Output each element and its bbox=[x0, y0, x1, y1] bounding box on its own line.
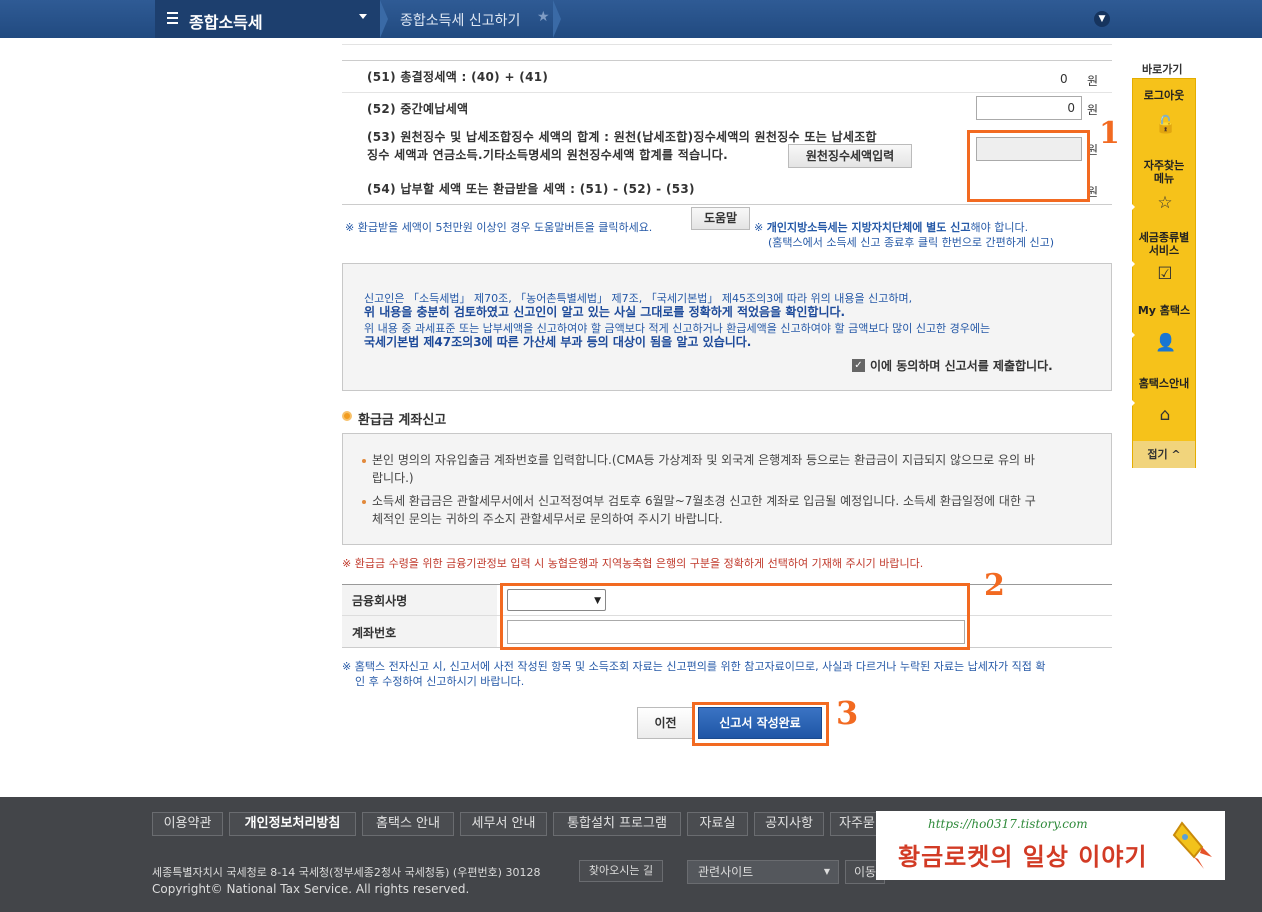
main-menu-dropdown[interactable]: 종합소득세 bbox=[155, 0, 380, 38]
local-tax-note-suffix: 해야 합니다. bbox=[970, 221, 1029, 234]
favorite-star-icon[interactable]: ★ bbox=[537, 9, 550, 25]
divider bbox=[342, 44, 1112, 45]
rocket-icon bbox=[1172, 821, 1212, 869]
row-52-label: (52) 중간예납세액 bbox=[367, 102, 469, 116]
footer-copyright: Copyright© National Tax Service. All rig… bbox=[152, 882, 470, 896]
divider bbox=[342, 204, 1112, 205]
chevron-down-icon: ▼ bbox=[823, 867, 830, 876]
local-tax-note-prefix: ※ bbox=[754, 221, 767, 234]
local-tax-note-bold: 개인지방소득세는 지방자치단체에 별도 신고 bbox=[766, 221, 971, 234]
consent-line-2: 위 내용을 충분히 검토하였고 신고인이 알고 있는 사실 그대로를 정확하게 … bbox=[364, 305, 846, 319]
won-unit: 원 bbox=[1087, 103, 1099, 117]
refund-info-1-line1: 본인 명의의 자유입출금 계좌번호를 입력합니다.(CMA등 가상계좌 및 외국… bbox=[372, 453, 1035, 467]
row-53-label-line1: (53) 원천징수 및 납세조합징수 세액의 합계 : 원천(납세조합)징수세액… bbox=[367, 130, 877, 144]
highlight-box-2 bbox=[500, 583, 970, 650]
tab-marker bbox=[1131, 260, 1135, 268]
related-sites-select[interactable]: 관련사이트 ▼ bbox=[687, 860, 839, 884]
star-icon[interactable]: ☆ bbox=[1155, 193, 1175, 213]
footer-link-privacy[interactable]: 개인정보처리방침 bbox=[229, 812, 356, 836]
annotation-number-2: 2 bbox=[984, 568, 1005, 603]
bank-name-label: 금융회사명 bbox=[352, 594, 408, 608]
footer-link-terms[interactable]: 이용약관 bbox=[152, 812, 223, 836]
lock-icon[interactable]: 🔓 bbox=[1155, 115, 1176, 135]
account-number-label: 계좌번호 bbox=[352, 626, 397, 640]
watermark-url: https://ho0317.tistory.com bbox=[928, 817, 1088, 831]
quick-item-logout[interactable]: 로그아웃 bbox=[1133, 89, 1195, 102]
checklist-icon[interactable]: ☑ bbox=[1155, 264, 1175, 284]
quick-menu-title: 바로가기 bbox=[1142, 63, 1183, 76]
bottom-note-line2: 인 후 수정하여 신고하시기 바랍니다. bbox=[355, 675, 525, 688]
agree-checkbox[interactable]: ✓ bbox=[852, 359, 865, 372]
quick-menu: 로그아웃 🔓 자주찾는 메뉴 ☆ 세금종류별 서비스 ☑ My 홈택스 👤 홈택… bbox=[1131, 78, 1196, 468]
footer-link-notice[interactable]: 공지사항 bbox=[754, 812, 824, 836]
row-51-label: (51) 총결정세액 : (40) + (41) bbox=[367, 70, 549, 84]
refund-info-2-line2: 체적인 문의는 귀하의 주소지 관할세무서로 문의하여 주시기 바랍니다. bbox=[372, 512, 723, 526]
footer-link-tax-office[interactable]: 세무서 안내 bbox=[460, 812, 547, 836]
refund-info-2-line1: 소득세 환급금은 관할세무서에서 신고적정여부 검토후 6월말~7월초경 신고한… bbox=[372, 494, 1036, 508]
related-sites-label: 관련사이트 bbox=[698, 865, 754, 879]
menu-title: 종합소득세 bbox=[189, 13, 263, 32]
local-tax-note-2: (홈택스에서 소득세 신고 종료후 클릭 한번으로 간편하게 신고) bbox=[768, 236, 1055, 249]
row-53-label-line2: 징수 세액과 연금소득.기타소득명세의 원천징수세액 합계를 적습니다. bbox=[367, 148, 728, 162]
consent-line-4: 국세기본법 제47조의3에 따른 가산세 부과 등의 대상이 됨을 알고 있습니… bbox=[364, 335, 752, 349]
tab-marker bbox=[1131, 399, 1135, 407]
breadcrumb[interactable]: 종합소득세 신고하기 bbox=[400, 10, 520, 30]
local-tax-note: ※ 개인지방소득세는 지방자치단체에 별도 신고해야 합니다. bbox=[754, 219, 1028, 235]
expand-down-icon[interactable]: ▼ bbox=[1094, 11, 1110, 27]
blog-watermark: https://ho0317.tistory.com 황금로켓의 일상 이야기 bbox=[876, 811, 1225, 880]
list-bullet bbox=[362, 459, 366, 463]
hamburger-icon bbox=[167, 12, 178, 24]
quick-item-favorites[interactable]: 자주찾는 메뉴 bbox=[1133, 159, 1195, 185]
quick-item-my-hometax[interactable]: My 홈택스 bbox=[1133, 304, 1195, 317]
footer-link-install[interactable]: 통합설치 프로그램 bbox=[553, 812, 681, 836]
won-unit: 원 bbox=[1087, 74, 1099, 88]
caret-down-icon bbox=[359, 14, 367, 19]
list-bullet bbox=[362, 500, 366, 504]
refund-account-title: 환급금 계좌신고 bbox=[358, 413, 447, 428]
watermark-title: 황금로켓의 일상 이야기 bbox=[898, 843, 1148, 871]
fold-button[interactable]: 접기 ^ bbox=[1133, 441, 1195, 468]
find-way-button[interactable]: 찾아오시는 길 bbox=[579, 860, 663, 882]
highlight-box-1 bbox=[967, 130, 1090, 202]
highlight-box-3 bbox=[692, 702, 829, 746]
annotation-number-3: 3 bbox=[836, 694, 859, 732]
prev-button[interactable]: 이전 bbox=[637, 707, 694, 739]
withholding-tax-input-button[interactable]: 원천징수세액입력 bbox=[788, 144, 912, 168]
house-icon[interactable]: ⌂ bbox=[1155, 405, 1175, 425]
breadcrumb-separator bbox=[553, 0, 561, 38]
footer-link-hometax-guide[interactable]: 홈택스 안내 bbox=[362, 812, 454, 836]
section-bullet-icon bbox=[342, 411, 352, 421]
tab-marker bbox=[1131, 331, 1135, 339]
bottom-note-line1: ※ 홈택스 전자신고 시, 신고서에 사전 작성된 항목 및 소득조회 자료는 … bbox=[342, 660, 1046, 673]
user-icon[interactable]: 👤 bbox=[1155, 333, 1176, 353]
divider bbox=[342, 92, 1112, 93]
help-button[interactable]: 도움말 bbox=[691, 207, 750, 230]
bank-warning-note: ※ 환급금 수령을 위한 금융기관정보 입력 시 농협은행과 지역농축협 은행의… bbox=[342, 557, 924, 570]
annotation-number-1: 1 bbox=[1099, 116, 1120, 151]
footer-link-library[interactable]: 자료실 bbox=[687, 812, 748, 836]
tab-marker bbox=[1131, 203, 1135, 211]
footer-address: 세종특별자치시 국세청로 8-14 국세청(정부세종2청사 국세청동) (우편번… bbox=[152, 866, 541, 879]
interim-tax-input[interactable]: 0 bbox=[976, 96, 1082, 120]
quick-item-hometax-guide[interactable]: 홈택스안내 bbox=[1133, 377, 1195, 390]
agree-label[interactable]: 이에 동의하며 신고서를 제출합니다. bbox=[870, 357, 1053, 374]
footer-link-faq[interactable]: 자주묻 bbox=[830, 812, 882, 836]
row-54-label: (54) 납부할 세액 또는 환급받을 세액 : (51) - (52) - (… bbox=[367, 182, 695, 196]
refund-help-note: ※ 환급받을 세액이 5천만원 이상인 경우 도움말버튼을 클릭하세요. bbox=[345, 221, 653, 234]
divider bbox=[342, 60, 1112, 61]
quick-item-tax-services[interactable]: 세금종류별 서비스 bbox=[1133, 231, 1195, 257]
refund-info-1-line2: 랍니다.) bbox=[372, 471, 414, 485]
top-navigation-bar: 종합소득세 종합소득세 신고하기 ★ ▼ bbox=[0, 0, 1262, 38]
breadcrumb-separator bbox=[380, 0, 388, 38]
